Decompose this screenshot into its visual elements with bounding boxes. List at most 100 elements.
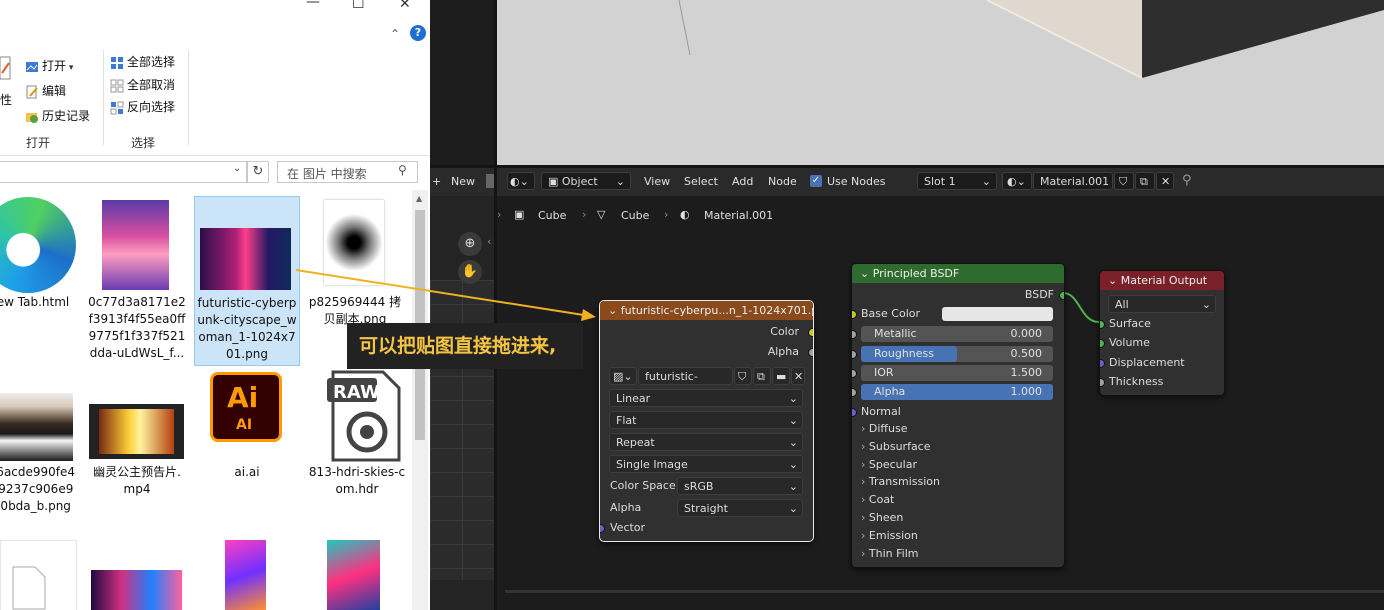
alpha-label: Alpha: [874, 385, 906, 398]
input-metallic-socket[interactable]: [852, 330, 857, 339]
image-node-header[interactable]: ⌄ futuristic-cyberpu...n_1-1024x701.png: [600, 301, 813, 320]
chevron-right-icon: ›: [861, 475, 869, 489]
panel-sheen[interactable]: › Sheen: [861, 511, 1056, 529]
collapse-icon[interactable]: ⌄: [1108, 274, 1121, 287]
tutorial-caption: 可以把贴图直接拖进来,: [347, 323, 583, 369]
source-dropdown[interactable]: Single Image ⌄: [609, 455, 803, 473]
input-vector-socket[interactable]: [600, 524, 605, 533]
fake-user-shield-icon[interactable]: ⛉: [734, 367, 752, 385]
chevron-down-icon: ⌄: [1201, 298, 1211, 311]
roughness-field[interactable]: Roughness 0.500: [861, 346, 1053, 362]
input-surface-socket[interactable]: [1100, 320, 1105, 329]
alpha-value: 1.000: [1010, 385, 1043, 398]
color-space-label: Color Space: [610, 479, 676, 492]
bsdf-node-header[interactable]: ⌄ Principled BSDF: [852, 264, 1064, 283]
chevron-right-icon: ›: [861, 546, 869, 560]
chevron-right-icon: ›: [861, 422, 869, 435]
duplicate-image-icon[interactable]: ⧉: [753, 367, 771, 385]
roughness-value: 0.500: [1010, 347, 1043, 360]
metallic-field[interactable]: Metallic 0.000: [861, 326, 1053, 342]
input-displacement-socket[interactable]: [1100, 359, 1105, 368]
roughness-row[interactable]: Roughness 0.500: [852, 345, 1064, 363]
alpha-mode-dropdown[interactable]: Straight ⌄: [677, 499, 803, 517]
principled-bsdf-node[interactable]: ⌄ Principled BSDF BSDF Base Color Metall…: [851, 263, 1065, 568]
image-texture-node[interactable]: ⌄ futuristic-cyberpu...n_1-1024x701.png …: [599, 300, 814, 542]
alpha-field[interactable]: Alpha 1.000: [861, 384, 1053, 400]
base-color-swatch[interactable]: [942, 307, 1053, 321]
image-browse-icon[interactable]: ▨⌄: [609, 367, 637, 385]
input-alpha-socket[interactable]: [852, 388, 857, 397]
output-bsdf-label: BSDF: [1024, 288, 1054, 301]
panel-label: Emission: [868, 528, 918, 542]
input-normal-socket[interactable]: [852, 408, 857, 417]
input-ior-socket[interactable]: [852, 369, 857, 378]
projection-value: Flat: [616, 414, 637, 427]
panel-diffuse[interactable]: › Diffuse: [861, 422, 1056, 440]
interpolation-dropdown[interactable]: Linear ⌄: [609, 389, 803, 407]
ior-label: IOR: [874, 366, 894, 379]
collapse-icon[interactable]: ⌄: [860, 267, 873, 280]
chevron-right-icon: ›: [861, 493, 869, 507]
open-folder-icon[interactable]: ▬: [772, 367, 790, 385]
unlink-image-icon[interactable]: ✕: [791, 367, 805, 385]
input-thickness-socket[interactable]: [1100, 378, 1105, 387]
horizontal-scrollbar[interactable]: [505, 590, 1384, 593]
extension-dropdown[interactable]: Repeat ⌄: [609, 433, 803, 451]
collapse-icon[interactable]: ⌄: [608, 304, 621, 317]
material-output-node[interactable]: ⌄ Material Output All ⌄ Surface Volume Di…: [1099, 270, 1225, 396]
panel-label: Diffuse: [868, 422, 908, 435]
input-roughness-socket[interactable]: [852, 350, 857, 359]
output-alpha-label: Alpha: [767, 345, 799, 358]
panel-coat[interactable]: › Coat: [861, 493, 1056, 511]
output-alpha-socket[interactable]: [808, 348, 813, 357]
base-color-label: Base Color: [861, 307, 921, 320]
bsdf-node-title: Principled BSDF: [872, 267, 960, 280]
interpolation-value: Linear: [616, 392, 651, 405]
panel-emission[interactable]: › Emission: [861, 529, 1056, 547]
metallic-row[interactable]: Metallic 0.000: [852, 325, 1064, 343]
alpha-row[interactable]: Alpha 1.000: [852, 383, 1064, 401]
input-volume-socket[interactable]: [1100, 339, 1105, 348]
alpha-mode-value: Straight: [684, 502, 728, 515]
panel-label: Specular: [868, 457, 917, 471]
roughness-label: Roughness: [874, 347, 935, 360]
ior-value: 1.500: [1010, 366, 1043, 379]
color-space-value: sRGB: [684, 480, 714, 493]
alpha-mode-label: Alpha: [610, 501, 642, 514]
chevron-down-icon: ⌄: [788, 502, 798, 515]
output-node-header[interactable]: ⌄ Material Output: [1100, 271, 1224, 290]
image-node-title: futuristic-cyberpu...n_1-1024x701.png: [620, 304, 814, 317]
panel-label: Coat: [868, 493, 895, 507]
chevron-down-icon: ⌄: [788, 480, 798, 493]
output-bsdf-socket[interactable]: [1059, 291, 1064, 300]
panel-label: Sheen: [868, 510, 904, 524]
panel-subsurface[interactable]: › Subsurface: [861, 440, 1056, 458]
chevron-right-icon: ›: [861, 510, 869, 524]
panel-transmission[interactable]: › Transmission: [861, 475, 1056, 493]
panel-thin-film[interactable]: › Thin Film: [861, 547, 1056, 565]
chevron-right-icon: ›: [861, 439, 869, 453]
metallic-label: Metallic: [874, 327, 917, 340]
image-datablock[interactable]: ▨⌄ futuristic-cyber... ⛉ ⧉ ▬ ✕: [609, 367, 805, 401]
projection-dropdown[interactable]: Flat ⌄: [609, 411, 803, 429]
input-base-color-socket[interactable]: [852, 310, 857, 319]
bsdf-fields: Metallic 0.000 Roughness 0.500 IOR 1.500: [852, 325, 1064, 405]
input-vector-label: Vector: [610, 521, 646, 534]
output-target-dropdown[interactable]: All ⌄: [1108, 295, 1216, 313]
input-thickness-label: Thickness: [1109, 375, 1164, 388]
ior-field[interactable]: IOR 1.500: [861, 365, 1053, 381]
output-node-title: Material Output: [1120, 274, 1208, 287]
image-name-field[interactable]: futuristic-cyber...: [638, 367, 733, 401]
chevron-down-icon: ⌄: [788, 436, 798, 449]
source-value: Single Image: [616, 458, 688, 471]
output-target-value: All: [1115, 298, 1129, 311]
panel-specular[interactable]: › Specular: [861, 458, 1056, 476]
chevron-down-icon: ⌄: [788, 414, 798, 427]
chevron-right-icon: ›: [861, 528, 869, 542]
color-space-dropdown[interactable]: sRGB ⌄: [677, 477, 803, 495]
chevron-right-icon: ›: [861, 457, 869, 471]
output-color-socket[interactable]: [808, 328, 813, 337]
normal-label: Normal: [861, 405, 901, 418]
input-surface-label: Surface: [1109, 317, 1151, 330]
ior-row[interactable]: IOR 1.500: [852, 364, 1064, 382]
